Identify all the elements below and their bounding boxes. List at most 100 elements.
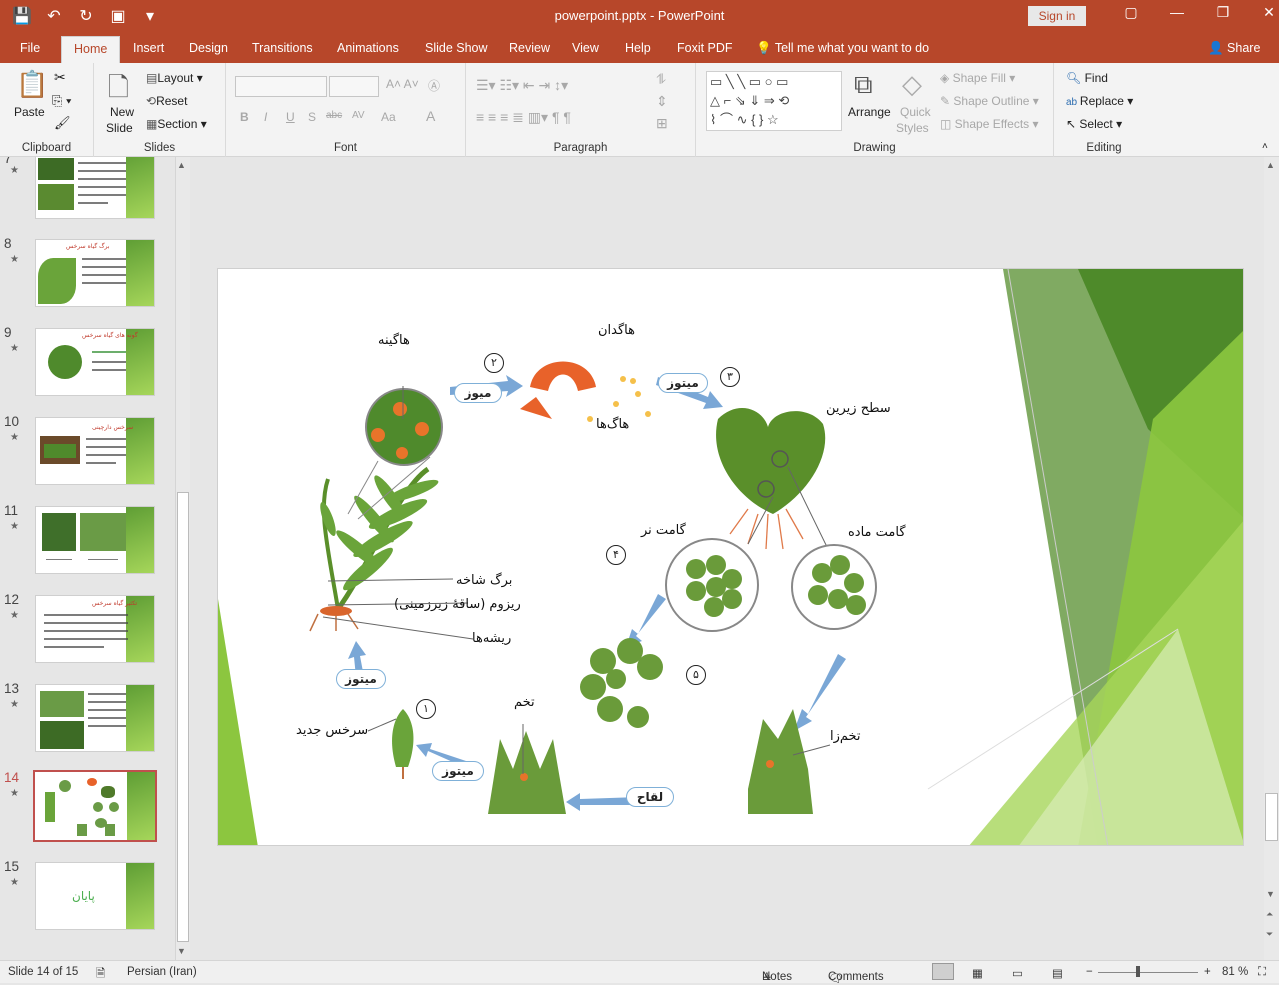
bold-button[interactable]: B xyxy=(240,110,249,124)
new-slide-button-2[interactable]: Slide xyxy=(106,121,133,135)
italic-button[interactable]: I xyxy=(264,110,267,124)
slide-scroll-down-icon[interactable]: ▼ xyxy=(1266,889,1275,899)
slide-thumbnail-12[interactable]: تکثیر گیاه سرخس xyxy=(35,595,155,663)
slide-sorter-icon[interactable]: ▦ xyxy=(972,966,983,980)
tell-me-search[interactable]: 💡 Tell me what you want to do xyxy=(756,41,929,56)
zoom-in-button[interactable]: + xyxy=(1204,966,1211,978)
scroll-up-icon[interactable]: ▲ xyxy=(177,160,186,170)
zoom-slider-thumb[interactable] xyxy=(1136,966,1140,977)
thumb-7-star-icon: ★ xyxy=(10,165,19,176)
spell-check-icon[interactable]: 🗎 xyxy=(96,966,105,985)
tab-file[interactable]: File xyxy=(20,41,40,55)
tab-insert[interactable]: Insert xyxy=(133,41,164,55)
restore-icon[interactable]: ❐ xyxy=(1200,4,1246,21)
fit-slide-icon[interactable]: ⛶ xyxy=(1258,966,1266,979)
slideshow-view-icon[interactable]: ▤ xyxy=(1052,966,1063,980)
tab-slide-show[interactable]: Slide Show xyxy=(425,41,488,55)
slide-thumbnail-7[interactable] xyxy=(35,157,155,219)
change-case-button[interactable]: Aa xyxy=(381,110,396,124)
thumb-9-star-icon: ★ xyxy=(10,343,19,354)
new-slide-button[interactable]: New xyxy=(110,105,134,119)
next-slide-icon[interactable]: ⏷ xyxy=(1266,929,1273,940)
thumb-13-number: 13 xyxy=(4,681,20,696)
language-indicator[interactable]: Persian (Iran) xyxy=(127,966,197,978)
shape-effects-button[interactable]: ◫ Shape Effects ▾ xyxy=(940,117,1039,131)
tab-home[interactable]: Home xyxy=(61,36,121,63)
arrange-button[interactable]: Arrange xyxy=(848,105,891,119)
pen-icon: ✎ xyxy=(940,94,954,108)
drawing-group: ▭ ╲ ╲ ▭ ○ ▭ △ ⌐ ⇘ ⇓ ⇒ ⟲ ⌇ ⌒ ∿ { } ☆ ⧉ Arra… xyxy=(696,63,1054,157)
label-lower-surface: سطح زیرین xyxy=(826,401,891,416)
shapes-gallery[interactable]: ▭ ╲ ╲ ▭ ○ ▭ △ ⌐ ⇘ ⇓ ⇒ ⟲ ⌇ ⌒ ∿ { } ☆ xyxy=(706,71,842,131)
reset-button[interactable]: ⟲ Reset xyxy=(146,94,187,108)
select-button[interactable]: ↖ Select ▾ xyxy=(1066,117,1122,131)
strikethrough-button[interactable]: abc xyxy=(326,110,342,121)
tab-help[interactable]: Help xyxy=(625,41,651,55)
text-direction-icon[interactable]: ⥮ xyxy=(656,71,666,88)
slide-scroll-thumb[interactable] xyxy=(1265,793,1278,841)
tab-design[interactable]: Design xyxy=(189,41,228,55)
slide-scrollbar[interactable]: ▲ ▼ ⏶ ⏷ xyxy=(1264,157,1279,960)
share-button[interactable]: 👤 Share xyxy=(1208,41,1260,56)
slide-scroll-up-icon[interactable]: ▲ xyxy=(1266,160,1275,170)
smartart-icon[interactable]: ⊞ xyxy=(656,115,668,132)
slide-thumbnail-15[interactable]: پایان xyxy=(35,862,155,930)
quick-styles-button[interactable]: Quick xyxy=(900,105,931,119)
close-icon[interactable]: ✕ xyxy=(1246,4,1279,21)
slide-thumbnail-11[interactable] xyxy=(35,506,155,574)
step-number-4: ۴ xyxy=(606,545,626,565)
normal-view-icon[interactable] xyxy=(932,963,954,980)
font-color-button[interactable]: A xyxy=(426,108,435,124)
sign-in-button[interactable]: Sign in xyxy=(1028,6,1086,26)
slide-thumbnail-13[interactable] xyxy=(35,684,155,752)
collapse-ribbon-icon[interactable]: ˄ xyxy=(1262,141,1268,152)
shadow-button[interactable]: S xyxy=(308,110,316,124)
tab-review[interactable]: Review xyxy=(509,41,550,55)
current-slide[interactable]: هاگینه هاگدان هاگ‌ها سطح زیرین گامت نر گ… xyxy=(217,268,1244,846)
reading-view-icon[interactable]: ▭ xyxy=(1012,966,1023,980)
tab-view[interactable]: View xyxy=(572,41,599,55)
thumbnail-scroll-thumb[interactable] xyxy=(177,492,189,942)
thumb-14-star-icon: ★ xyxy=(10,788,19,799)
zoom-level[interactable]: 81 % xyxy=(1222,966,1248,978)
clear-format-icon[interactable]: Ⓐ xyxy=(428,77,440,94)
shape-fill-button[interactable]: ◈ Shape Fill ▾ xyxy=(940,71,1015,85)
format-painter-icon[interactable]: 🖌 xyxy=(54,115,71,131)
find-button[interactable]: 🔍︎ Find xyxy=(1066,71,1108,85)
title-bar: 💾 ↶ ↻ ▣ ▾ powerpoint.pptx - PowerPoint S… xyxy=(0,0,1279,33)
quick-styles-icon: ◇ xyxy=(902,69,922,99)
scroll-down-icon[interactable]: ▼ xyxy=(177,946,186,956)
document-title: powerpoint.pptx - PowerPoint xyxy=(554,8,725,23)
align-left-icon[interactable]: ≡ ≡ ≡ ≣ ▥▾ ¶ ¶ xyxy=(476,109,571,126)
tab-animations[interactable]: Animations xyxy=(337,41,399,55)
slide-thumbnail-10[interactable]: سرخس دارچینی xyxy=(35,417,155,485)
zoom-out-button[interactable]: − xyxy=(1086,966,1093,978)
paste-button[interactable]: Paste xyxy=(14,105,45,119)
underline-button[interactable]: U xyxy=(286,110,295,124)
bullets-icon[interactable]: ☰▾ ☷▾ ⇤ ⇥ ↕▾ xyxy=(476,77,568,94)
prev-slide-icon[interactable]: ⏶ xyxy=(1266,909,1273,920)
thumb-11-star-icon: ★ xyxy=(10,521,19,532)
thumb-9-number: 9 xyxy=(4,325,12,340)
slide-thumbnail-8[interactable]: برگ گیاه سرخس xyxy=(35,239,155,307)
section-button[interactable]: ▦ Section ▾ xyxy=(146,117,207,131)
replace-button[interactable]: ab Replace ▾ xyxy=(1066,94,1133,108)
align-text-icon[interactable]: ⇕ xyxy=(656,93,668,110)
minimize-icon[interactable]: — xyxy=(1154,4,1200,21)
font-grow-icon[interactable]: A˄ A˅ xyxy=(386,77,419,91)
tab-transitions[interactable]: Transitions xyxy=(252,41,313,55)
slide-thumbnail-14[interactable] xyxy=(33,770,157,842)
font-size-combo[interactable] xyxy=(329,76,379,97)
font-name-combo[interactable] xyxy=(235,76,327,97)
shape-outline-button[interactable]: ✎ Shape Outline ▾ xyxy=(940,94,1039,108)
cut-icon[interactable]: ✂ xyxy=(54,69,66,86)
layout-button[interactable]: ▤ Layout ▾ xyxy=(146,71,203,85)
char-spacing-button[interactable]: AV xyxy=(352,110,365,121)
zoom-slider-track[interactable] xyxy=(1098,972,1198,973)
slide-thumbnail-9[interactable]: گونه های گیاه سرخس xyxy=(35,328,155,396)
thumbnail-scrollbar[interactable]: ▲ ▼ xyxy=(175,157,190,960)
quick-styles-button-2[interactable]: Styles xyxy=(896,121,929,135)
tab-foxit-pdf[interactable]: Foxit PDF xyxy=(677,41,733,55)
ribbon-display-icon[interactable]: ▢ xyxy=(1108,4,1154,21)
copy-icon[interactable]: ⎘ ▾ xyxy=(52,93,71,109)
